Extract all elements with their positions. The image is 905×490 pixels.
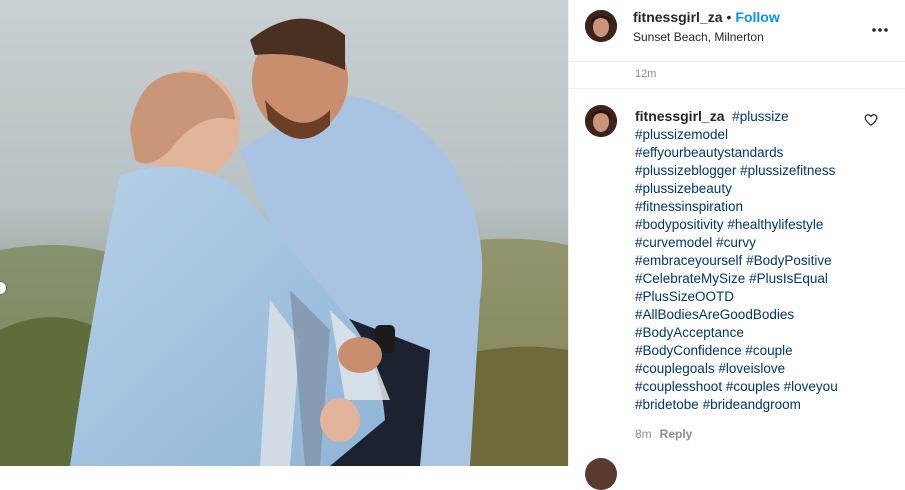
hashtag-link[interactable]: #AllBodiesAreGoodBodies: [635, 307, 794, 322]
next-comment-avatar[interactable]: [585, 458, 617, 490]
hashtag-link[interactable]: #curvy: [716, 235, 756, 250]
hashtag-link[interactable]: #curvemodel: [635, 235, 712, 250]
header-line: fitnessgirl_za • Follow: [633, 9, 780, 25]
hashtag-link[interactable]: #fitnessinspiration: [635, 199, 743, 214]
avatar-image: [585, 10, 617, 42]
divider: [569, 88, 905, 89]
post-photo[interactable]: [0, 0, 568, 466]
avatar[interactable]: [585, 10, 617, 42]
hashtag-link[interactable]: #BodyAcceptance: [635, 325, 744, 340]
hashtag-link[interactable]: #couple: [745, 343, 792, 358]
hashtag-link[interactable]: #loveislove: [718, 361, 785, 376]
post-timestamp: 12m: [635, 68, 657, 80]
comment-timestamp: 8m: [635, 427, 652, 441]
hashtag-link[interactable]: #embraceyourself: [635, 253, 742, 268]
hashtag-link[interactable]: #loveyou: [784, 379, 838, 394]
hashtag-link[interactable]: #plussizeblogger: [635, 163, 736, 178]
couple-photo: [0, 0, 568, 466]
heart-icon[interactable]: [864, 113, 878, 127]
username-link[interactable]: fitnessgirl_za: [633, 9, 722, 25]
hashtag-link[interactable]: #couples: [726, 379, 780, 394]
caption-username[interactable]: fitnessgirl_za: [635, 108, 724, 124]
ellipsis-icon: [872, 28, 888, 32]
hashtag-link[interactable]: #couplegoals: [635, 361, 715, 376]
hashtag-link[interactable]: #plussizemodel: [635, 127, 728, 142]
heart-outline-icon: [864, 114, 878, 126]
post-header: fitnessgirl_za • Follow Sunset Beach, Miln…: [569, 0, 905, 62]
comment-meta: 8m Reply: [635, 427, 692, 441]
hashtag-link[interactable]: #PlusSizeOOTD: [635, 289, 734, 304]
hashtag-link[interactable]: #BodyPositive: [746, 253, 832, 268]
hashtag-link[interactable]: #effyourbeautystandards: [635, 145, 783, 160]
hashtag-link[interactable]: #plussizebeauty: [635, 181, 732, 196]
hashtag-link[interactable]: #healthylifestyle: [727, 217, 823, 232]
hashtag-link[interactable]: #plussize: [732, 109, 788, 124]
caption-text: fitnessgirl_za #plussize #plussizemodel …: [635, 107, 855, 414]
follow-button[interactable]: Follow: [735, 9, 779, 25]
hashtag-link[interactable]: #brideandgroom: [703, 397, 801, 412]
post-panel: fitnessgirl_za • Follow Sunset Beach, Miln…: [568, 0, 905, 490]
hashtag-link[interactable]: #bodypositivity: [635, 217, 724, 232]
reply-button[interactable]: Reply: [660, 427, 693, 441]
hashtag-link[interactable]: #plussizefitness: [740, 163, 835, 178]
hashtag-link[interactable]: #CelebrateMySize: [635, 271, 745, 286]
avatar-image: [585, 105, 617, 137]
location-link[interactable]: Sunset Beach, Milnerton: [633, 30, 764, 44]
separator: •: [726, 9, 732, 25]
hashtag-link[interactable]: #PlusIsEqual: [749, 271, 828, 286]
hashtag-link[interactable]: #BodyConfidence: [635, 343, 742, 358]
more-options-icon[interactable]: [870, 20, 890, 40]
hashtag-link[interactable]: #bridetobe: [635, 397, 699, 412]
caption-avatar[interactable]: [585, 105, 617, 137]
hashtag-link[interactable]: #couplesshoot: [635, 379, 722, 394]
